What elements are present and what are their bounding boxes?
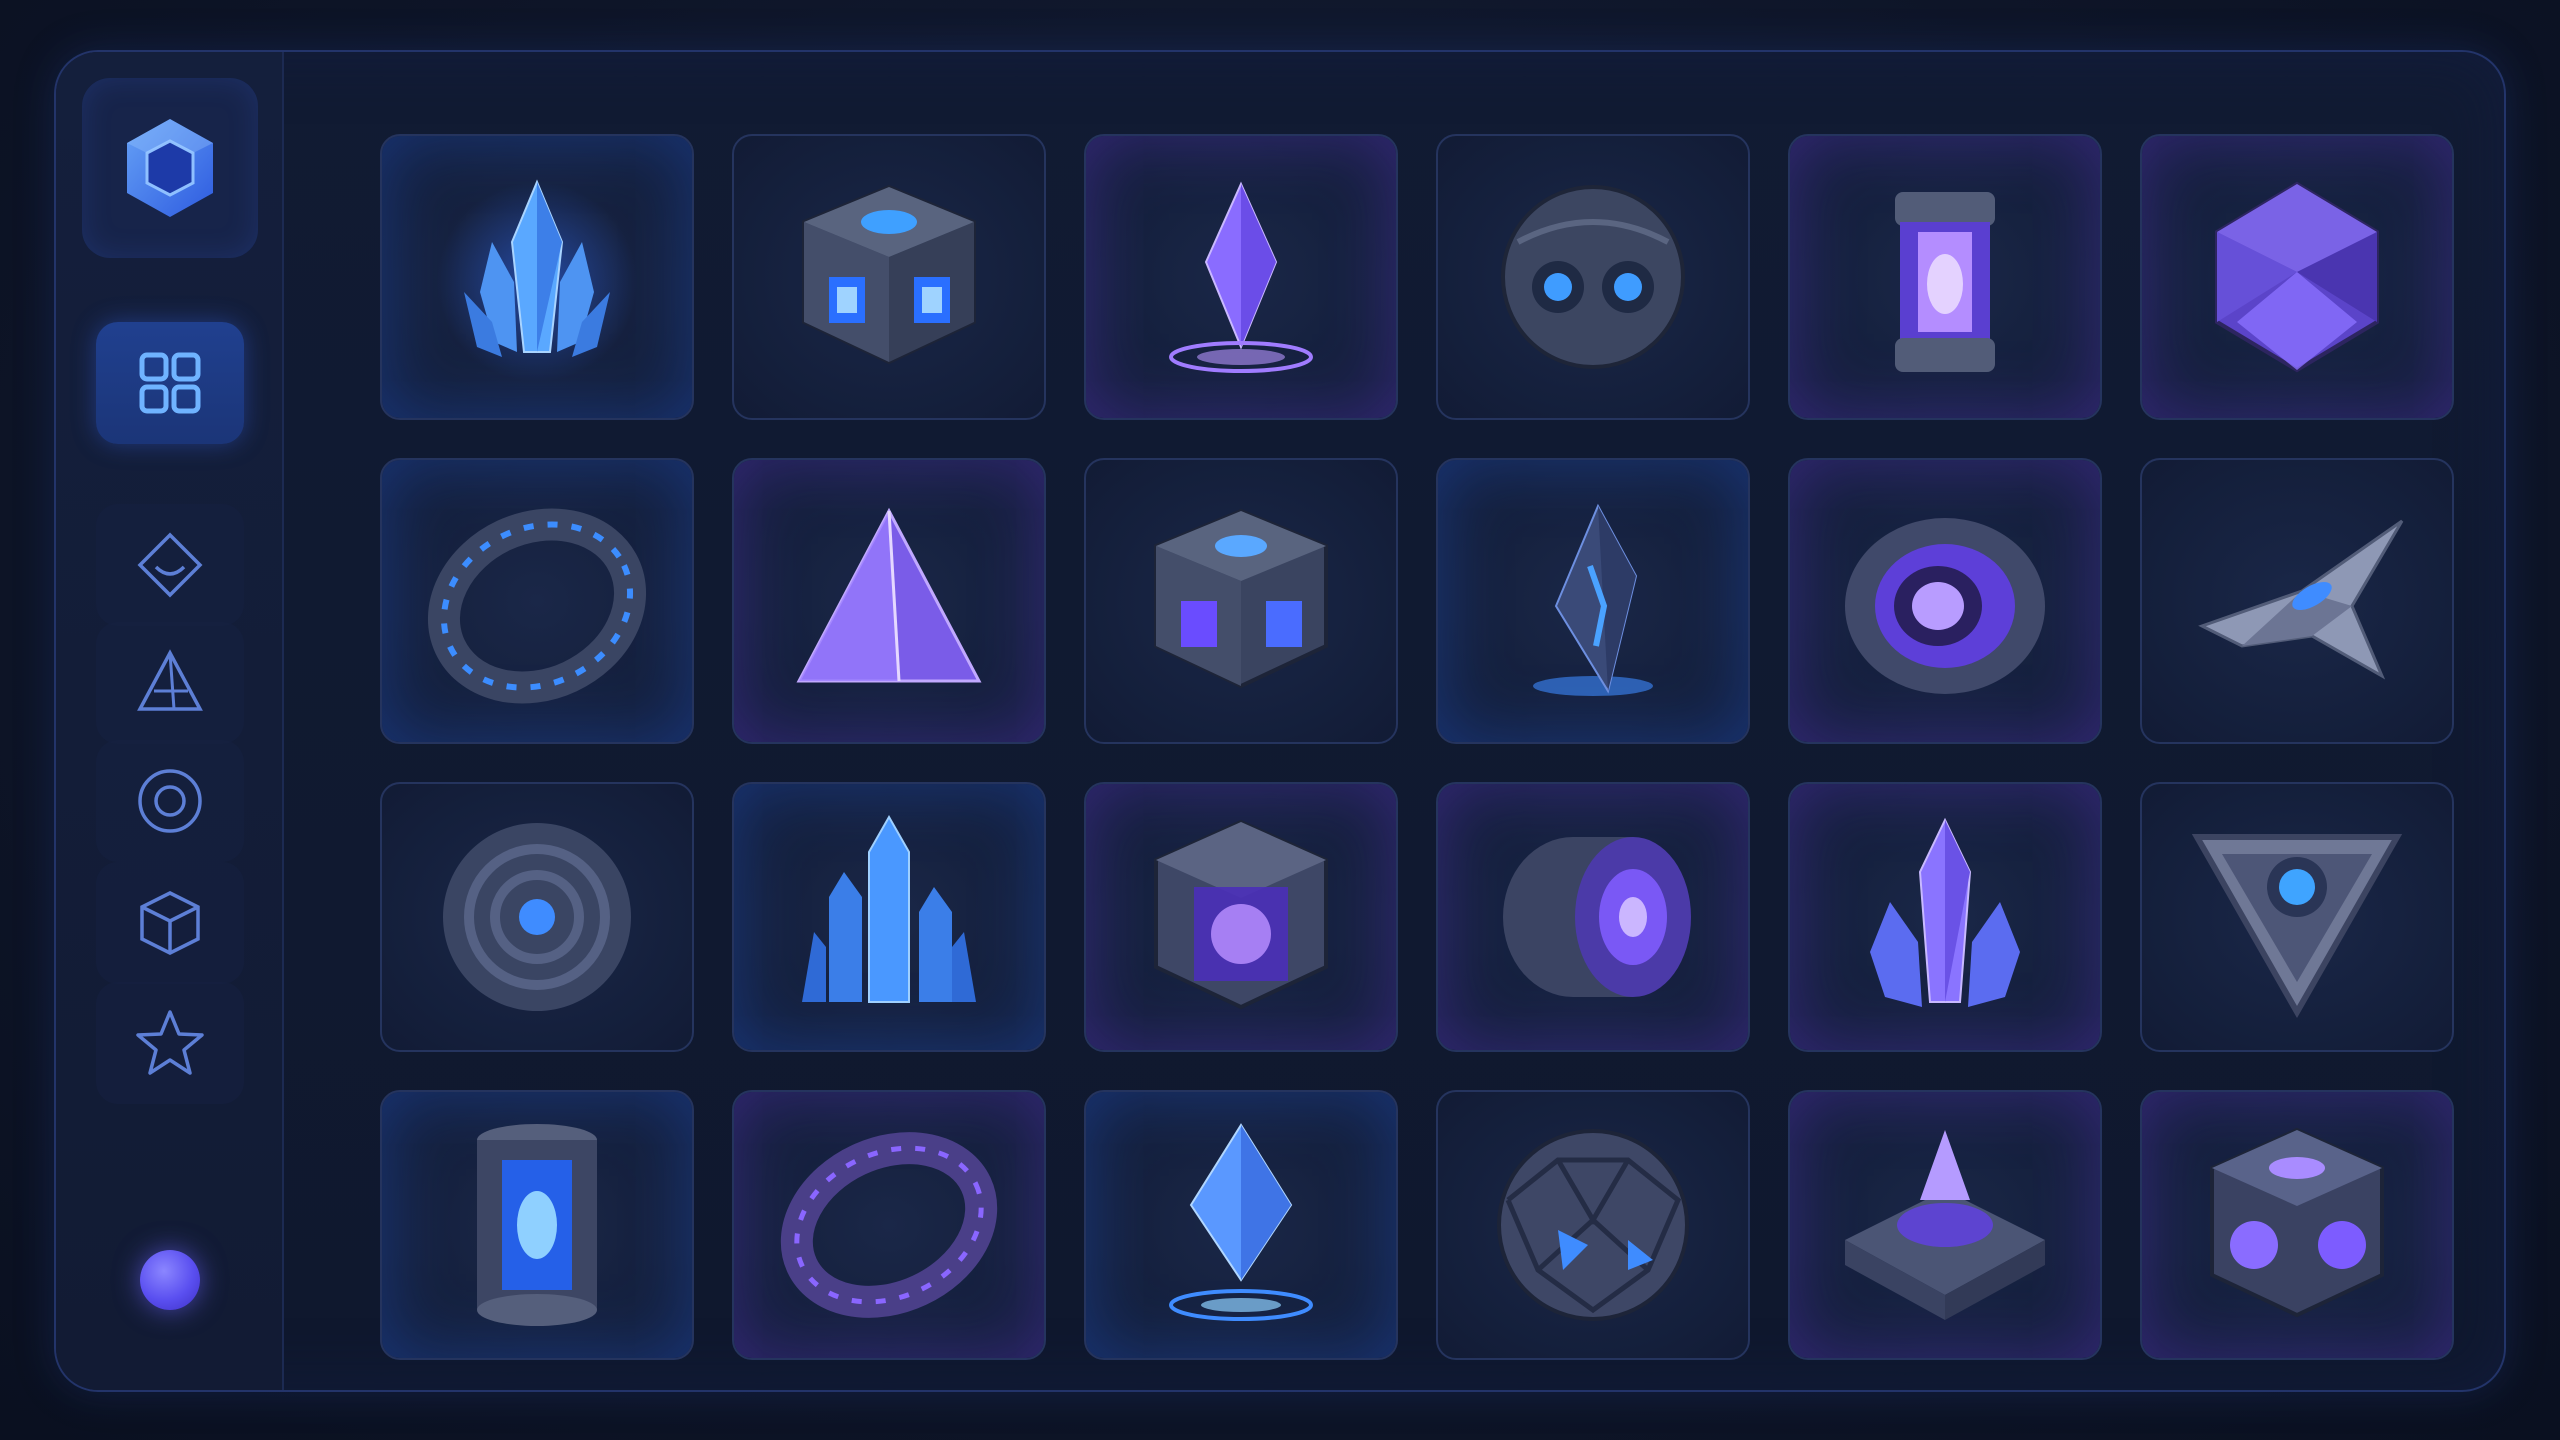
violet-crystal-hologram-icon — [1169, 181, 1313, 373]
nav-item-ring[interactable] — [96, 740, 244, 862]
triangle-emblem-icon — [2191, 834, 2403, 1019]
asset-tile[interactable] — [2140, 782, 2454, 1052]
asset-tile[interactable] — [1436, 782, 1750, 1052]
nav-item-pyramid[interactable] — [96, 622, 244, 744]
user-avatar[interactable] — [140, 1250, 200, 1310]
grid-icon — [139, 352, 201, 414]
asset-tile[interactable] — [732, 1090, 1046, 1360]
tech-cube-blue-icon — [802, 184, 976, 365]
asset-tile[interactable] — [732, 782, 1046, 1052]
diamond-icon — [137, 532, 203, 598]
robot-sphere-icon — [1501, 185, 1685, 369]
blue-shard-icon — [1533, 503, 1653, 696]
sidebar — [56, 52, 284, 1390]
violet-reactor-base-icon — [1845, 1130, 2045, 1320]
asset-tile[interactable] — [1084, 782, 1398, 1052]
violet-pyramid-icon — [796, 507, 982, 683]
asset-tile[interactable] — [380, 134, 694, 420]
star-icon — [136, 1010, 204, 1075]
nav-item-diamond[interactable] — [96, 504, 244, 626]
blue-crystal-spires-icon — [802, 814, 976, 1003]
tech-sphere-blue-icon — [443, 823, 631, 1011]
violet-polyhedron-icon — [2215, 181, 2379, 373]
asset-tile[interactable] — [1084, 1090, 1398, 1360]
asset-tile[interactable] — [380, 458, 694, 744]
ring-icon — [138, 769, 202, 833]
asset-tile[interactable] — [732, 134, 1046, 420]
tech-ring-violet-icon — [780, 1132, 998, 1318]
violet-core-cylinder-icon — [1845, 518, 2045, 694]
asset-tile[interactable] — [2140, 458, 2454, 744]
violet-barrel-icon — [1503, 837, 1691, 997]
energy-canister-violet-icon — [1895, 192, 1995, 372]
pyramid-icon — [137, 649, 203, 711]
asset-tile[interactable] — [1436, 1090, 1750, 1360]
asset-tile[interactable] — [2140, 1090, 2454, 1360]
violet-crystal-cluster-icon — [1870, 817, 2020, 1007]
asset-library-window — [54, 50, 2506, 1392]
asset-tile[interactable] — [1436, 458, 1750, 744]
asset-tile[interactable] — [2140, 134, 2454, 420]
energy-canister-blue-icon — [477, 1124, 597, 1326]
asset-tile[interactable] — [1788, 458, 2102, 744]
asset-tile[interactable] — [1436, 134, 1750, 420]
blue-crystal-cluster-icon — [437, 179, 637, 382]
nav-item-cube[interactable] — [96, 862, 244, 984]
hexagon-gem-icon — [127, 119, 213, 217]
nav-item-grid[interactable] — [96, 322, 244, 444]
asset-tile[interactable] — [1788, 782, 2102, 1052]
blue-crystal-hologram-icon — [1169, 1123, 1313, 1321]
tech-cube-violet-icon — [1154, 508, 1328, 689]
tech-ring-blue-icon — [427, 508, 647, 704]
asset-tile[interactable] — [732, 458, 1046, 744]
app-logo[interactable] — [82, 78, 258, 258]
spaceship-icon — [2198, 519, 2404, 680]
nav-item-star[interactable] — [96, 982, 244, 1104]
asset-tile[interactable] — [380, 782, 694, 1052]
asset-tile[interactable] — [1788, 1090, 2102, 1360]
violet-core-cube-icon — [1154, 819, 1328, 1010]
asset-tile[interactable] — [1084, 134, 1398, 420]
cube-icon — [140, 891, 200, 955]
asset-tile[interactable] — [1084, 458, 1398, 744]
asset-tile[interactable] — [380, 1090, 694, 1360]
violet-tech-cube-icon — [2210, 1127, 2384, 1318]
asset-tile[interactable] — [1788, 134, 2102, 420]
geodesic-sphere-icon — [1497, 1129, 1689, 1321]
